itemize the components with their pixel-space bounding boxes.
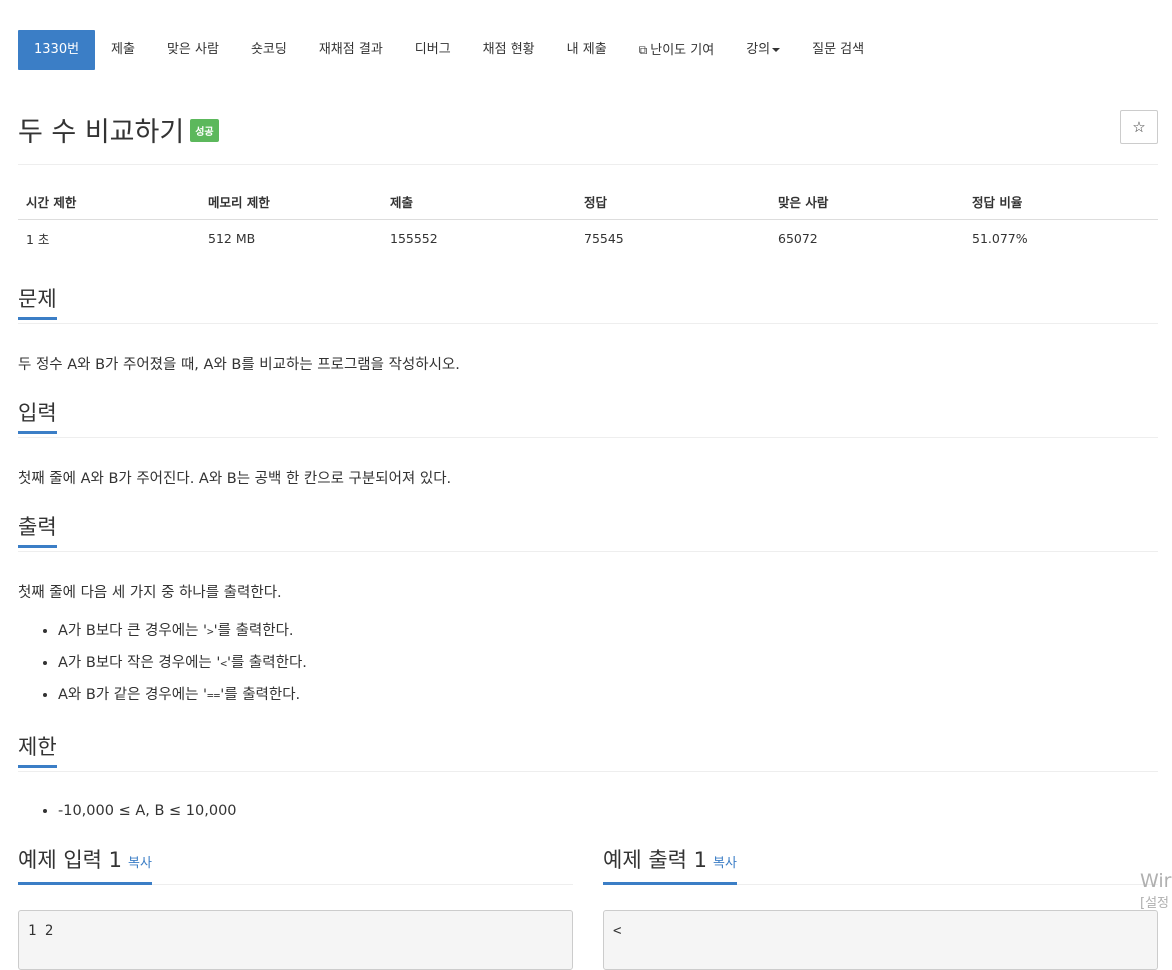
operator: < <box>220 657 227 670</box>
rule-text: A가 B보다 큰 경우에는 ' <box>58 623 208 639</box>
sample-output-box[interactable]: < <box>603 910 1158 970</box>
problem-info-table: 시간 제한 메모리 제한 제출 정답 맞은 사람 정답 비율 1 초 512 M… <box>18 184 1158 256</box>
problem-title-row: 두 수 비교하기 성공 ☆ <box>18 108 1158 165</box>
tab-my-submissions[interactable]: 내 제출 <box>551 30 623 70</box>
sample-output-title: 예제 출력 1 복사 <box>603 846 737 885</box>
page-title: 두 수 비교하기 성공 <box>18 110 219 149</box>
section-output-header: 출력 <box>18 513 1158 552</box>
sample-input-title: 예제 입력 1 복사 <box>18 846 152 885</box>
sample-output-header: 예제 출력 1 복사 <box>603 846 1158 885</box>
header-time-limit: 시간 제한 <box>18 184 200 220</box>
sample-output-heading: 예제 출력 1 <box>603 848 707 872</box>
header-solved-users: 맞은 사람 <box>770 184 964 220</box>
rule-text: '를 출력한다. <box>220 687 301 703</box>
accepted-value: 75545 <box>584 230 624 246</box>
table-row: 1 초 512 MB 155552 75545 65072 51.077% <box>18 220 1158 257</box>
watermark-line2: [설정 <box>1140 896 1169 911</box>
section-problem-title: 문제 <box>18 285 57 320</box>
tab-short-coding[interactable]: 숏코딩 <box>235 30 303 70</box>
output-description: 첫째 줄에 다음 세 가지 중 하나를 출력한다. <box>18 585 282 601</box>
header-accepted: 정답 <box>576 184 770 220</box>
output-rules-list: A가 B보다 큰 경우에는 '>'를 출력한다. A가 B보다 작은 경우에는 … <box>18 615 307 711</box>
problem-title: 두 수 비교하기 <box>18 117 185 148</box>
tab-rejudge-results[interactable]: 재채점 결과 <box>303 30 399 70</box>
os-activation-watermark: Wir [설정 <box>1140 870 1171 911</box>
input-description: 첫째 줄에 A와 B가 주어진다. A와 B는 공백 한 칸으로 구분되어져 있… <box>18 471 452 487</box>
operator: > <box>207 625 214 638</box>
section-limits-header: 제한 <box>18 733 1158 772</box>
tab-debug[interactable]: 디버그 <box>399 30 467 70</box>
tab-question-search[interactable]: 질문 검색 <box>796 30 880 70</box>
watermark-line1: Wir <box>1140 870 1172 892</box>
copy-input-button[interactable]: 복사 <box>128 856 152 871</box>
tab-submit[interactable]: 제출 <box>95 30 151 70</box>
rule-text: A와 B가 같은 경우에는 ' <box>58 687 208 703</box>
header-memory-limit: 메모리 제한 <box>200 184 382 220</box>
rule-text: '를 출력한다. <box>226 655 307 671</box>
table-header-row: 시간 제한 메모리 제한 제출 정답 맞은 사람 정답 비율 <box>18 184 1158 220</box>
copy-output-button[interactable]: 복사 <box>713 856 737 871</box>
star-icon: ☆ <box>1132 118 1146 136</box>
header-accept-rate: 정답 비율 <box>964 184 1158 220</box>
tab-problem-number[interactable]: 1330번 <box>18 30 96 70</box>
external-link-icon: ⧉ <box>638 43 648 57</box>
sample-input-heading: 예제 입력 1 <box>18 848 122 872</box>
section-input-header: 입력 <box>18 399 1158 438</box>
section-limits-title: 제한 <box>18 733 57 768</box>
tab-difficulty-contribution[interactable]: ⧉ 난이도 기여 <box>623 30 731 70</box>
section-output-title: 출력 <box>18 513 57 548</box>
favorite-button[interactable]: ☆ <box>1120 110 1158 144</box>
section-problem-header: 문제 <box>18 285 1158 324</box>
tab-difficulty-label: 난이도 기여 <box>650 43 715 58</box>
list-item: A와 B가 같은 경우에는 '=='를 출력한다. <box>58 679 307 711</box>
list-item: A가 B보다 작은 경우에는 '<'를 출력한다. <box>58 647 307 679</box>
tab-judge-status[interactable]: 채점 현황 <box>467 30 551 70</box>
tab-lectures-label: 강의 <box>746 42 771 57</box>
tab-lectures[interactable]: 강의 <box>730 30 796 70</box>
submissions-value: 155552 <box>390 230 438 246</box>
memory-limit-value: 512 MB <box>208 230 256 246</box>
operator: == <box>207 689 221 702</box>
rule-text: A가 B보다 작은 경우에는 ' <box>58 655 221 671</box>
header-submissions: 제출 <box>382 184 576 220</box>
list-item: A가 B보다 큰 경우에는 '>'를 출력한다. <box>58 615 307 647</box>
time-limit-value: 1 초 <box>26 231 50 247</box>
caret-down-icon <box>772 47 781 52</box>
list-item: -10,000 ≤ A, B ≤ 10,000 <box>58 795 237 827</box>
status-badge: 성공 <box>190 119 219 142</box>
rule-text: '를 출력한다. <box>213 623 294 639</box>
accept-rate-value: 51.077% <box>972 230 1028 246</box>
problem-description: 두 정수 A와 B가 주어졌을 때, A와 B를 비교하는 프로그램을 작성하시… <box>18 357 460 373</box>
problem-menu-tabs: 1330번 제출 맞은 사람 숏코딩 재채점 결과 디버그 채점 현황 내 제출… <box>18 30 880 70</box>
solved-users-value: 65072 <box>778 230 818 246</box>
sample-input-box[interactable]: 1 2 <box>18 910 573 970</box>
limits-list: -10,000 ≤ A, B ≤ 10,000 <box>18 795 237 827</box>
section-input-title: 입력 <box>18 399 57 434</box>
tab-solved-users[interactable]: 맞은 사람 <box>151 30 235 70</box>
sample-input-header: 예제 입력 1 복사 <box>18 846 573 885</box>
